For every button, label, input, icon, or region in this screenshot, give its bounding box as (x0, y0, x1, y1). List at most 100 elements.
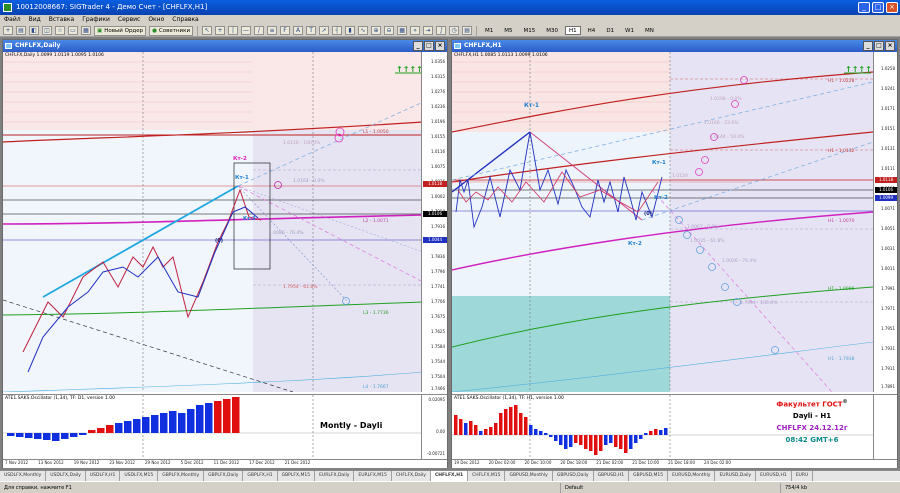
chart-tab[interactable]: EURUSD,Daily (715, 471, 757, 481)
data-window-icon[interactable]: ◫ (42, 26, 52, 35)
chart-window-titlebar[interactable]: CHFLFX,Daily _ □ × (3, 40, 447, 52)
menu-insert[interactable]: Вставка (49, 15, 74, 25)
timeframe-h4[interactable]: H4 (584, 26, 600, 35)
terminal-icon[interactable]: ▭ (68, 26, 78, 35)
chart-tab[interactable]: USDLFX,Daily (46, 471, 86, 481)
profiles-icon[interactable]: ▤ (16, 26, 26, 35)
date-tick: 19 Nov 2012 (73, 460, 100, 465)
price-chart-h1[interactable]: Кт-1 Кт-1 Кт-2 Кт-2 (0) H1 - 1.0228 H1 -… (451, 52, 874, 393)
tester-icon[interactable]: ▦ (81, 26, 91, 35)
timeframe-mn[interactable]: MN (641, 26, 658, 35)
chart-window-h1[interactable]: CHFLFX,H1 _ □ × Кт-1 Кт-1 Кт-2 Кт-2 (0) … (451, 39, 898, 468)
minimize-button[interactable]: _ (858, 2, 870, 13)
chart-minimize-button[interactable]: _ (413, 41, 423, 51)
text-icon[interactable]: A (293, 26, 304, 35)
timeframe-m1[interactable]: M1 (481, 26, 497, 35)
periods-icon[interactable]: ◷ (449, 26, 460, 35)
chart-tab[interactable]: GBPLFX,Monthly (158, 471, 205, 481)
chart-tab[interactable]: EURLFX,M15 (354, 471, 392, 481)
chart-tab[interactable]: GBPUSD,Daily (553, 471, 594, 481)
timeframe-w1[interactable]: W1 (621, 26, 638, 35)
close-button[interactable]: × (886, 2, 898, 13)
chart-minimize-button[interactable]: _ (863, 41, 873, 51)
timeframe-d1[interactable]: D1 (602, 26, 618, 35)
menu-tools[interactable]: Сервис (118, 15, 140, 25)
new-chart-icon[interactable]: + (3, 26, 13, 35)
navigator-icon[interactable]: ☆ (55, 26, 65, 35)
fib-h-label: 1.7994 - 100.0% (740, 300, 778, 306)
timeframe-m5[interactable]: M5 (500, 26, 516, 35)
menu-charts[interactable]: Графики (82, 15, 110, 25)
chart-tab[interactable]: USDLFX,Monthly (0, 471, 47, 481)
date-tick: 23 Nov 2012 (109, 460, 135, 465)
chart-tab[interactable]: EURUSD,H1 (756, 471, 792, 481)
menubar: Файл Вид Вставка Графики Сервис Окно Спр… (0, 15, 900, 25)
timeframe-h1[interactable]: H1 (565, 26, 581, 35)
oscillator-daily[interactable]: ATE1.SAKS.Oscillator (1,34), TF: D1, ver… (3, 394, 423, 460)
chart-tab[interactable]: CHFLFX,M15 (468, 471, 506, 481)
tile-windows-icon[interactable]: ▦ (397, 26, 408, 35)
bar-chart-icon[interactable]: ┤ (332, 26, 343, 35)
chart-close-button[interactable]: × (885, 41, 895, 51)
maximize-button[interactable]: □ (872, 2, 884, 13)
indicators-icon[interactable]: ∫ (436, 26, 447, 35)
chart-tab[interactable]: EURU (792, 471, 814, 481)
price-chart-svg[interactable]: Кт-2 Кт-1 Кт-3 (0) L1 - 1.0050 L2 - 1.00… (2, 52, 424, 393)
chart-tab[interactable]: USDLFX,H1 (86, 471, 121, 481)
zoom-out-icon[interactable]: ⊖ (384, 26, 395, 35)
level-h4-label: H1 - 1.0006 (828, 286, 855, 292)
menu-file[interactable]: Файл (4, 15, 21, 25)
channel-icon[interactable]: ≡ (267, 26, 278, 35)
price-chart-daily[interactable]: Кт-2 Кт-1 Кт-3 (0) L1 - 1.0050 L2 - 1.00… (2, 52, 424, 393)
price-scale[interactable]: 1.0356 1.0315 1.0276 1.0236 1.0196 1.015… (421, 52, 447, 392)
histogram-bar (151, 415, 159, 433)
trendline-icon[interactable]: / (254, 26, 265, 35)
chart-shift-icon[interactable]: ⇥ (423, 26, 434, 35)
date-tick: 19 Dec 2012 (454, 460, 480, 465)
chart-tab[interactable]: CHFLFX,Daily (392, 471, 431, 481)
menu-view[interactable]: Вид (29, 15, 41, 25)
advisors-button[interactable]: ● Советники (149, 25, 194, 36)
chart-tab[interactable]: GBPUSD,Monthly (505, 471, 553, 481)
level-l4-label: L4 - 1.7667 (363, 384, 389, 390)
oscillator-h1[interactable]: ATE1.SAKS.Oscillator (1,34), TF: H1, ver… (452, 394, 873, 460)
fibonacci-icon[interactable]: F (280, 26, 291, 35)
cursor-icon[interactable]: ↖ (202, 26, 213, 35)
chart-tab[interactable]: EURUSD,Monthly (668, 471, 716, 481)
chart-maximize-button[interactable]: □ (424, 41, 434, 51)
chart-tab[interactable]: EURLFX,Daily (315, 471, 355, 481)
chart-tab[interactable]: CHFLFX,H1 (430, 471, 469, 481)
price-tick: 1.7971 (881, 306, 895, 311)
new-order-button[interactable]: ▣ Новый Ордер (94, 25, 147, 36)
price-tick: 1.7911 (881, 366, 895, 371)
chart-window-titlebar[interactable]: CHFLFX,H1 _ □ × (452, 40, 897, 52)
zoom-in-icon[interactable]: ⊕ (371, 26, 382, 35)
market-watch-icon[interactable]: ◧ (29, 26, 39, 35)
price-chart-svg[interactable]: Кт-1 Кт-1 Кт-2 Кт-2 (0) H1 - 1.0228 H1 -… (451, 52, 874, 393)
menu-window[interactable]: Окно (148, 15, 164, 25)
chart-maximize-button[interactable]: □ (874, 41, 884, 51)
chart-window-daily[interactable]: CHFLFX,Daily _ □ × Кт-2 Кт-1 Кт-3 (0) L1… (2, 39, 448, 468)
chart-tab[interactable]: GBPUSD,M15 (629, 471, 669, 481)
price-scale[interactable]: 1.0258 1.0241 1.0171 1.0151 1.0131 1.011… (873, 52, 897, 392)
candle-chart-icon[interactable]: ▮ (345, 26, 356, 35)
menu-help[interactable]: Справка (172, 15, 198, 25)
line-chart-icon[interactable]: ∿ (358, 26, 369, 35)
templates-icon[interactable]: ▤ (462, 26, 473, 35)
autoscroll-icon[interactable]: » (410, 26, 421, 35)
chart-tab[interactable]: GBPLFX,M15 (278, 471, 316, 481)
chart-close-button[interactable]: × (435, 41, 445, 51)
chart-window-icon (5, 43, 12, 49)
crosshair-icon[interactable]: + (215, 26, 226, 35)
timeframe-m15[interactable]: M15 (520, 26, 540, 35)
timeframe-m30[interactable]: M30 (542, 26, 562, 35)
chart-tab[interactable]: USDLFX,M15 (120, 471, 159, 481)
chart-tab[interactable]: GBPLFX,H1 (243, 471, 278, 481)
horizontal-line-icon[interactable]: — (241, 26, 252, 35)
label-icon[interactable]: T (306, 26, 317, 35)
chart-tab[interactable]: GBPUSD,H1 (594, 471, 630, 481)
arrow-icon[interactable]: ➚ (319, 26, 330, 35)
price-tick: 1.0155 (431, 134, 445, 139)
chart-tab[interactable]: GBPLFX,Daily (204, 471, 244, 481)
vertical-line-icon[interactable]: | (228, 26, 239, 35)
